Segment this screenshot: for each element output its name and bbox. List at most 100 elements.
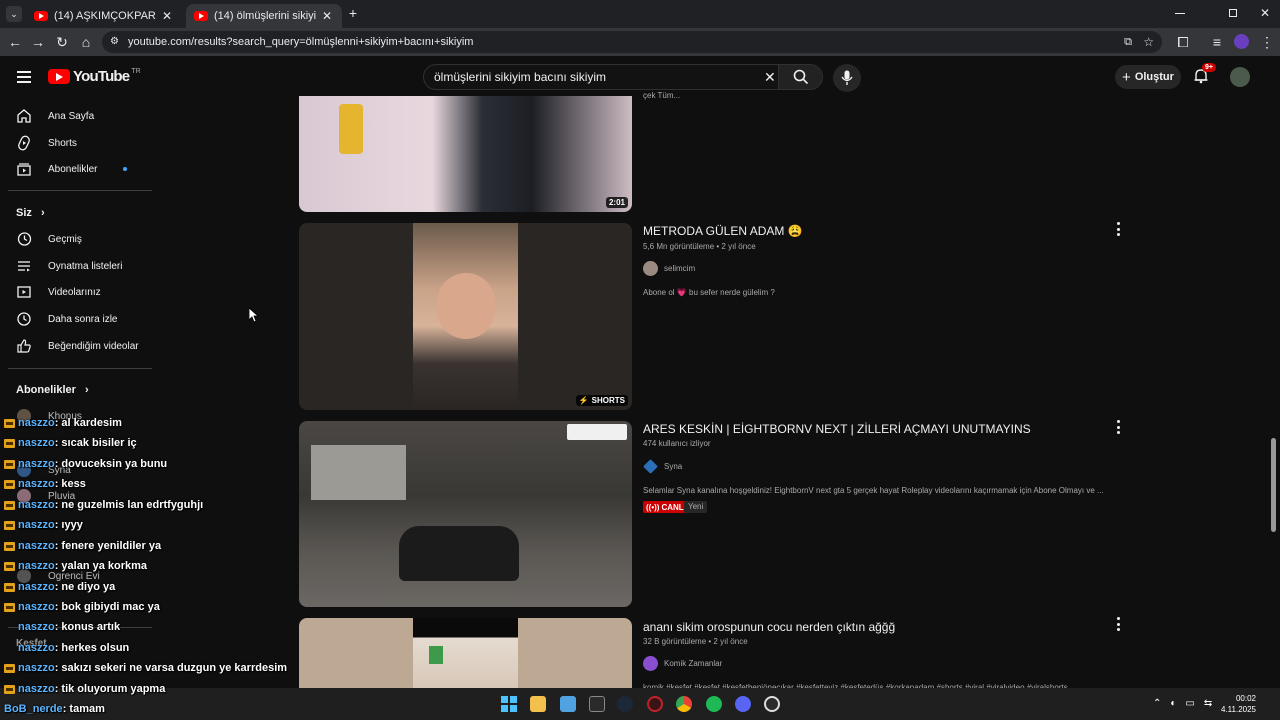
notepad-icon[interactable]	[560, 696, 576, 712]
thumbnail-sign	[429, 646, 443, 664]
channel-link[interactable]: Komik Zamanlar	[643, 655, 722, 671]
browser-tab-2-active[interactable]: (14) ölmüşlerini sikiyim bacını si ✕	[186, 4, 342, 28]
microphone-icon	[841, 70, 853, 85]
close-tab-icon[interactable]: ✕	[160, 9, 174, 23]
steam-icon[interactable]	[617, 696, 633, 712]
address-bar[interactable]: ⚙ youtube.com/results?search_query=ölmüş…	[102, 31, 1162, 53]
sidebar-item-subscriptions[interactable]: Abonelikler	[8, 157, 152, 181]
chat-text: : dovuceksin ya bunu	[54, 458, 168, 470]
site-info-icon[interactable]: ⚙	[110, 31, 119, 53]
video-thumbnail[interactable]	[299, 421, 632, 607]
thumbnail-overlay-logo	[567, 424, 627, 440]
taskbar-clock[interactable]: 00:02 4.11.2025	[1221, 693, 1256, 715]
video-title[interactable]: METRODA GÜLEN ADAM 😩	[643, 224, 803, 238]
chat-message: naszzo : fenere yenildiler ya	[4, 536, 161, 556]
tab-list-button[interactable]: ⌄	[6, 6, 22, 22]
system-tray[interactable]: ⌃◐▭⇆	[1153, 698, 1221, 709]
close-window-icon[interactable]: ✕	[1260, 6, 1270, 20]
subscriber-badge-icon	[4, 663, 15, 673]
video-metadata: 5,6 Mn görüntüleme • 2 yıl önce	[643, 242, 756, 251]
channel-link[interactable]: selimcim	[643, 260, 695, 276]
spotify-icon[interactable]	[706, 696, 722, 712]
you-section-header[interactable]: Siz ›	[16, 207, 45, 219]
browser-tab-1[interactable]: (14) AŞKIMÇOKPARDON | Made ✕	[26, 4, 182, 28]
video-title[interactable]: ARES KESKİN | EİGHTBORNV NEXT | ZİLLERİ …	[643, 422, 1031, 436]
menu-hamburger-icon[interactable]	[17, 68, 31, 86]
discord-icon[interactable]	[735, 696, 751, 712]
youtube-logo[interactable]: YouTube TR	[48, 68, 141, 85]
more-actions-icon[interactable]	[1114, 420, 1122, 434]
back-button[interactable]: ←	[6, 33, 24, 51]
video-metadata: 32 B görüntüleme • 2 yıl önce	[643, 637, 748, 646]
video-title[interactable]: ananı sikim orospunun cocu nerden çıktın…	[643, 620, 895, 634]
epic-games-icon[interactable]	[589, 696, 605, 712]
thumbnail-car	[399, 526, 519, 581]
reload-button[interactable]: ↻	[53, 33, 71, 51]
valorant-icon[interactable]	[647, 696, 663, 712]
sidebar-item-watch-later[interactable]: Daha sonra izle	[8, 307, 152, 331]
subscriptions-section-header[interactable]: Abonelikler ›	[16, 384, 89, 396]
more-actions-icon[interactable]	[1114, 617, 1122, 631]
shorts-bolt-icon: ⚡	[578, 396, 589, 405]
sidebar-item-your-videos[interactable]: Videolarınız	[8, 280, 152, 304]
chat-username: naszzo	[18, 540, 55, 552]
live-badge: ((•)) CANLI	[643, 501, 689, 513]
page-scrollbar-thumb[interactable]	[1271, 438, 1276, 532]
close-tab-icon[interactable]: ✕	[320, 9, 334, 23]
sidebar-item-liked-videos[interactable]: Beğendiğim videolar	[8, 334, 152, 358]
chat-username: naszzo	[18, 581, 55, 593]
install-app-icon[interactable]: ⧉	[1124, 31, 1132, 53]
windows-taskbar: ⌃◐▭⇆ 00:02 4.11.2025	[0, 688, 1280, 720]
subscriber-badge-icon	[4, 500, 15, 510]
subscriber-badge-icon	[4, 438, 15, 448]
tab-title: (14) ölmüşlerini sikiyim bacını si	[214, 10, 316, 22]
chat-message: naszzo : sakızı sekeri ne varsa duzgun y…	[4, 658, 287, 678]
channel-link[interactable]: Syna	[643, 458, 682, 474]
restore-window-icon[interactable]	[1229, 9, 1237, 17]
account-avatar[interactable]	[1230, 67, 1250, 87]
browser-menu-icon[interactable]: ⋮	[1258, 33, 1276, 51]
clear-search-icon[interactable]: ✕	[764, 69, 776, 86]
plus-icon: +	[1122, 68, 1131, 86]
obs-icon[interactable]	[764, 696, 780, 712]
video-description: Selamlar Syna kanalına hoşgeldiniz! Eigh…	[643, 486, 1103, 495]
new-tab-button[interactable]: +	[346, 6, 360, 20]
watch-later-icon	[8, 311, 40, 327]
search-input[interactable]	[434, 68, 754, 86]
video-thumbnail[interactable]	[299, 618, 632, 688]
notifications-button[interactable]: 9+	[1193, 63, 1216, 86]
youtube-play-icon	[48, 68, 70, 84]
extensions-icon[interactable]: ⧠	[1174, 33, 1192, 51]
browser-tab-bar: ⌄ (14) AŞKIMÇOKPARDON | Made ✕ (14) ölmü…	[0, 0, 1280, 28]
video-thumbnail[interactable]: 2:01	[299, 96, 632, 212]
new-badge: Yeni	[684, 501, 708, 513]
chrome-icon[interactable]	[676, 696, 692, 712]
mouse-cursor-icon	[249, 308, 259, 323]
profile-avatar-icon[interactable]	[1234, 34, 1249, 49]
channel-name: selimcim	[664, 263, 696, 273]
file-explorer-icon[interactable]	[530, 696, 546, 712]
minimize-window-icon[interactable]	[1175, 13, 1185, 14]
sidebar-item-history[interactable]: Geçmiş	[8, 227, 152, 251]
subscriber-badge-icon	[4, 520, 15, 530]
home-button[interactable]: ⌂	[77, 33, 95, 51]
sidebar-item-shorts[interactable]: Shorts	[8, 131, 152, 155]
chat-message: naszzo : al kardesim	[4, 413, 122, 433]
sidebar-item-home[interactable]: Ana Sayfa	[8, 104, 152, 128]
sidebar-divider	[8, 368, 152, 369]
windows-start-icon[interactable]	[501, 696, 517, 712]
media-controls-icon[interactable]: ≡	[1208, 33, 1226, 51]
forward-button[interactable]: →	[29, 33, 47, 51]
logo-region: TR	[131, 68, 141, 75]
create-button[interactable]: + Oluştur	[1115, 65, 1181, 89]
bookmark-star-icon[interactable]: ☆	[1143, 31, 1154, 53]
more-actions-icon[interactable]	[1114, 222, 1122, 236]
search-button[interactable]	[778, 65, 822, 89]
sidebar-item-label: Oynatma listeleri	[48, 260, 123, 272]
chat-text: : konus artık	[54, 621, 121, 633]
video-thumbnail[interactable]: ⚡ SHORTS	[299, 223, 632, 410]
sidebar-item-label: Abonelikler	[48, 163, 98, 175]
sidebar-item-playlists[interactable]: Oynatma listeleri	[8, 254, 152, 278]
voice-search-button[interactable]	[833, 64, 861, 92]
chat-username: naszzo	[18, 642, 55, 654]
